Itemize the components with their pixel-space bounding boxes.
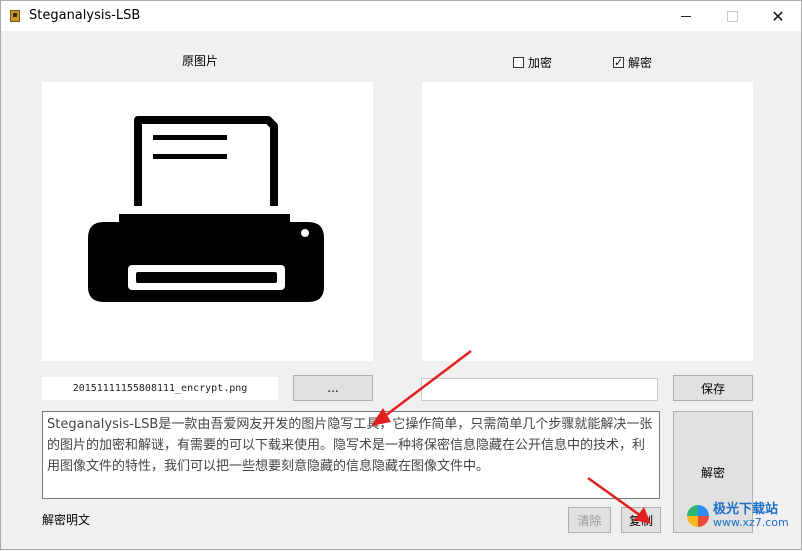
watermark-text-en: www.xz7.com <box>713 516 789 529</box>
close-button[interactable]: ✕ <box>755 1 801 31</box>
close-icon: ✕ <box>771 6 785 26</box>
app-icon <box>10 10 20 22</box>
message-textarea[interactable]: Steganalysis-LSB是一款由吾爱网友开发的图片隐写工具，它操作简单，… <box>42 411 660 499</box>
decrypted-plaintext-label: 解密明文 <box>42 513 91 527</box>
result-image-panel <box>422 82 753 361</box>
title-bar: Steganalysis-LSB ✕ <box>1 1 801 31</box>
printer-icon <box>88 116 324 302</box>
maximize-button[interactable] <box>709 1 755 31</box>
copy-button[interactable]: 复制 <box>621 507 661 533</box>
minimize-icon <box>681 15 691 17</box>
watermark-logo-icon <box>687 505 709 527</box>
encrypt-checkbox-label: 加密 <box>528 56 553 70</box>
original-image-label: 原图片 <box>182 54 219 68</box>
output-path-field[interactable] <box>421 378 658 401</box>
app-window: Steganalysis-LSB ✕ 原图片 加密 ✓ 解密 201511111… <box>0 0 802 550</box>
window-title: Steganalysis-LSB <box>29 8 141 23</box>
source-filename-field[interactable]: 20151111155808111_encrypt.png <box>42 377 278 400</box>
clear-button[interactable]: 清除 <box>568 507 611 533</box>
encrypt-checkbox[interactable]: 加密 <box>513 54 552 71</box>
save-button[interactable]: 保存 <box>673 375 753 401</box>
encrypt-checkbox-box[interactable] <box>513 57 524 68</box>
decrypt-checkbox-box[interactable]: ✓ <box>613 57 624 68</box>
minimize-button[interactable] <box>663 1 709 31</box>
watermark: 极光下载站 www.xz7.com <box>687 501 802 531</box>
decrypt-checkbox-label: 解密 <box>628 56 653 70</box>
watermark-text-cn: 极光下载站 <box>713 502 779 517</box>
decrypt-checkbox[interactable]: ✓ 解密 <box>613 54 652 71</box>
maximize-icon <box>726 10 738 22</box>
checkmark-icon: ✓ <box>614 56 624 69</box>
browse-button[interactable]: ... <box>293 375 373 401</box>
original-image-panel <box>42 82 373 361</box>
